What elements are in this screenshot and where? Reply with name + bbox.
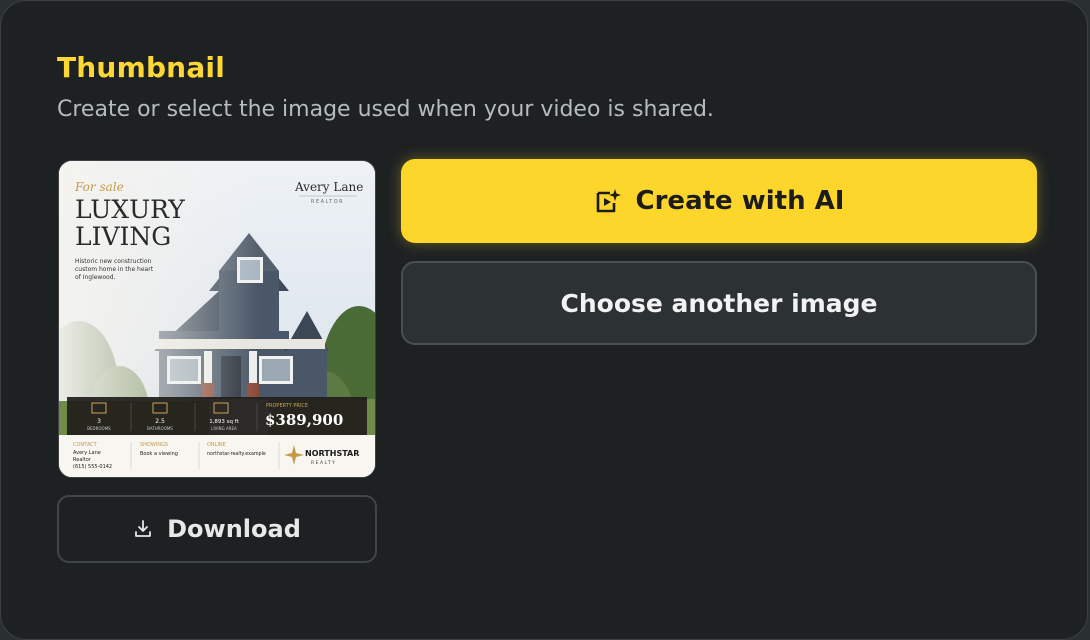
video-sparkle-icon — [594, 187, 622, 215]
thumb-showings-label: SHOWINGS — [140, 442, 168, 448]
thumb-agent-title: REALTOR — [311, 199, 344, 205]
download-button[interactable]: Download — [57, 495, 377, 563]
thumb-stat-value: 3 — [97, 418, 101, 425]
thumb-agent-name: Avery Lane — [294, 180, 363, 194]
section-subtitle: Create or select the image used when you… — [57, 97, 714, 122]
thumb-stat-label: LIVING AREA — [211, 426, 237, 431]
thumb-brand-sub: REALTY — [311, 460, 336, 466]
choose-another-image-button[interactable]: Choose another image — [401, 261, 1037, 345]
thumb-desc-1: Historic new construction — [75, 258, 151, 265]
thumb-contact-label: CONTACT — [73, 442, 98, 448]
thumb-tagline: For sale — [74, 180, 124, 194]
thumb-stat-label: BEDROOMS — [87, 426, 111, 431]
choose-another-image-label: Choose another image — [560, 288, 878, 318]
create-with-ai-button[interactable]: Create with AI — [401, 159, 1037, 243]
thumb-online-value: northstar-realty.example — [207, 451, 266, 457]
download-label: Download — [167, 515, 301, 543]
thumb-stat-value: 2.5 — [155, 418, 165, 425]
thumbnail-image: For sale LUXURY LIVING Historic new cons… — [59, 161, 375, 477]
create-with-ai-label: Create with AI — [635, 186, 845, 216]
thumb-price: $389,900 — [265, 411, 343, 429]
thumb-headline-2: LIVING — [75, 222, 171, 251]
thumbnail-preview[interactable]: For sale LUXURY LIVING Historic new cons… — [58, 160, 376, 478]
thumb-contact-1: Avery Lane — [73, 450, 101, 456]
thumb-price-label: PROPERTY PRICE — [266, 403, 308, 409]
thumb-headline-1: LUXURY — [75, 195, 185, 224]
thumb-stat-label: BATHROOMS — [147, 426, 173, 431]
thumb-showings-value: Book a viewing — [140, 451, 178, 457]
thumb-online-label: ONLINE — [207, 442, 226, 448]
section-title: Thumbnail — [57, 51, 226, 84]
download-icon — [133, 519, 153, 539]
thumb-desc-2: custom home in the heart — [75, 266, 154, 273]
thumb-contact-2: Realtor — [73, 457, 92, 463]
thumb-stat-value: 1,893 sq ft — [209, 419, 239, 425]
thumb-brand-name: NORTHSTAR — [305, 449, 359, 458]
thumb-desc-3: of Inglewood. — [75, 274, 115, 281]
thumb-contact-3: (615) 555-0142 — [73, 464, 112, 470]
thumbnail-panel: Thumbnail Create or select the image use… — [0, 0, 1088, 640]
